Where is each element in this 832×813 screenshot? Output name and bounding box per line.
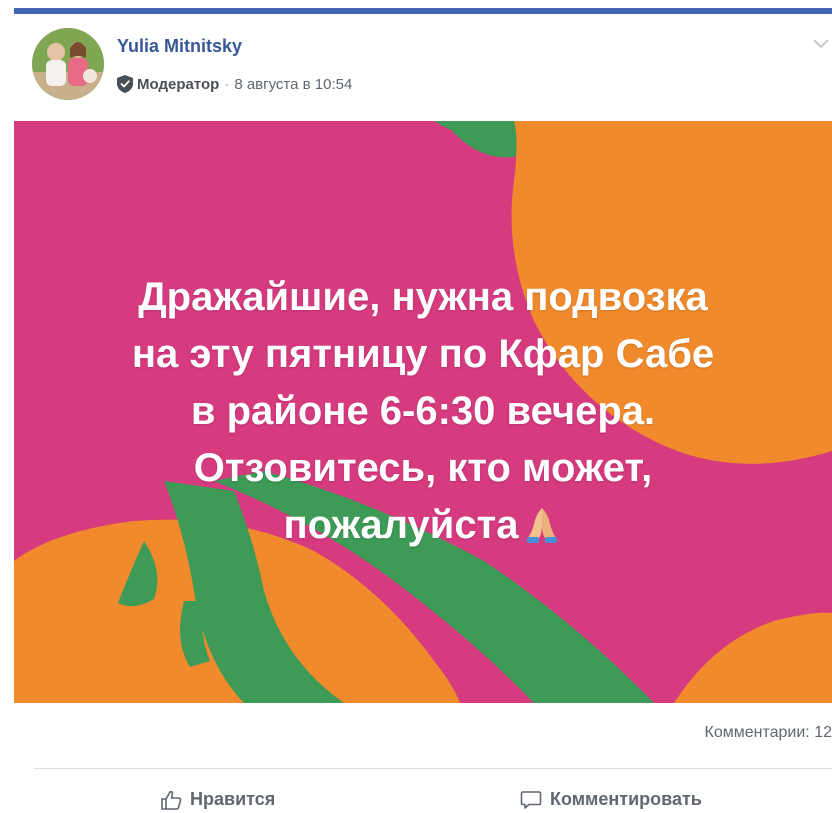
post-text-line: пожалуйста — [283, 503, 519, 547]
like-label: Нравится — [190, 789, 276, 809]
author-name-link[interactable]: Yulia Mitnitsky — [117, 36, 242, 57]
post-text-line: в районе 6-6:30 вечера. — [190, 389, 656, 433]
comment-icon — [520, 790, 542, 809]
post-text-line: Отзовитесь, кто может, — [193, 446, 653, 490]
comment-label: Комментировать — [550, 789, 702, 809]
author-avatar[interactable] — [32, 28, 104, 100]
post-text-last-line: пожалуйста — [14, 497, 832, 554]
top-accent-bar — [0, 0, 832, 14]
folded-hands-icon — [522, 503, 562, 543]
thumbs-up-icon — [161, 790, 182, 810]
moderator-badge: Модератор — [137, 75, 220, 93]
like-button[interactable]: Нравится — [160, 789, 275, 810]
post-text-line: Дражайшие, нужна подвозка — [138, 275, 708, 319]
post-meta: Модератор · 8 августа в 10:54 — [117, 75, 352, 93]
chevron-down-icon[interactable] — [812, 38, 830, 50]
post-background: Дражайшие, нужна подвозка на эту пятницу… — [14, 121, 832, 703]
post-text: Дражайшие, нужна подвозка на эту пятницу… — [14, 269, 832, 554]
post-actions: Нравится Комментировать — [0, 783, 832, 813]
shield-icon — [117, 75, 133, 93]
post-text-line: на эту пятницу по Кфар Сабе — [131, 332, 715, 376]
comment-button[interactable]: Комментировать — [520, 789, 702, 810]
comments-count-link[interactable]: Комментарии: 12 — [705, 724, 832, 742]
meta-separator: · — [224, 75, 230, 93]
post-timestamp[interactable]: 8 августа в 10:54 — [234, 76, 352, 93]
actions-divider — [34, 768, 832, 769]
avatar-photo — [32, 28, 104, 100]
